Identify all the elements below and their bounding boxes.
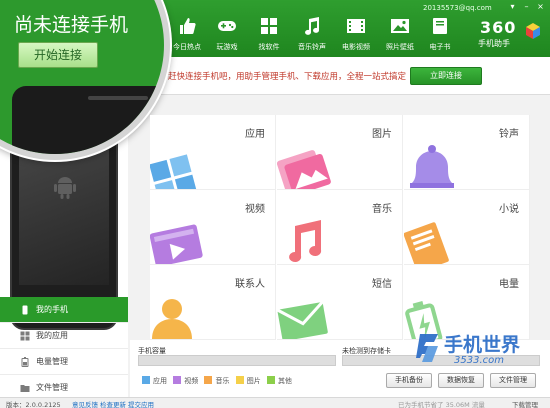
bell-tile-icon (410, 145, 454, 188)
data-saved-text: 已为手机节省了 35.06M 流量 (398, 401, 485, 408)
legend-label: 视频 (184, 377, 199, 385)
minimize-icon[interactable]: – (522, 2, 531, 11)
tile-label: 铃声 (499, 129, 519, 140)
picture-icon (391, 19, 409, 33)
tile-label: 联系人 (235, 279, 265, 290)
nav-music[interactable]: 音乐铃声 (293, 16, 331, 56)
logo-number: 360 (480, 18, 517, 37)
nav-label: 照片壁纸 (386, 43, 414, 51)
category-grid: 应用 图片 铃声 视频 音乐 小说 联系人 短信 电量 (150, 115, 530, 340)
start-connect-button[interactable]: 开始连接 (18, 42, 98, 68)
connect-banner: 赶快连接手机吧，用助手管理手机、下载应用，全程一站式搞定 立即连接 (130, 57, 550, 95)
legend-swatch-pictures (235, 376, 244, 384)
nav-label: 音乐铃声 (298, 43, 326, 51)
sms-tile-icon (277, 300, 328, 339)
nav-software[interactable]: 找软件 (250, 16, 288, 56)
tile-music[interactable]: 音乐 (277, 190, 403, 265)
legend-swatch-other (266, 376, 275, 384)
status-bar: 版本：2.0.0.2125 意见反馈 检查更新 提交应用 已为手机节省了 35.… (0, 397, 550, 408)
tile-apps[interactable]: 应用 (150, 115, 276, 190)
tile-label: 应用 (245, 129, 265, 140)
nav-ebook[interactable]: 电子书 (421, 16, 459, 56)
tile-label: 电量 (499, 279, 519, 290)
novel-tile-icon (404, 222, 449, 264)
check-update-link[interactable]: 检查更新 (100, 399, 126, 408)
tile-novels[interactable]: 小说 (404, 190, 530, 265)
book-icon (433, 18, 447, 34)
storage-legend: 应用 视频 音乐 图片 其他 (138, 376, 292, 386)
nav-label: 今日热点 (173, 43, 201, 51)
legend-label: 图片 (246, 377, 261, 385)
gamepad-icon (218, 21, 236, 31)
banner-message: 赶快连接手机吧，用助手管理手机、下载应用，全程一站式搞定 (168, 72, 407, 82)
thumbs-up-icon (180, 18, 196, 34)
film-icon (347, 19, 365, 33)
video-tile-icon (150, 224, 203, 264)
download-manager-link[interactable]: 下载管理 (512, 399, 538, 408)
app-window: 20135573@qq.com ▾ – × 安全 今日热点 玩游戏 找软件 音乐… (0, 0, 550, 408)
sidebar-item-battery[interactable]: 电量管理 (0, 349, 128, 375)
magnified-phone-speaker (88, 96, 148, 100)
close-icon[interactable]: × (536, 2, 545, 11)
sidebar-item-label: 文件管理 (36, 383, 68, 392)
sidebar-item-label: 我的手机 (36, 305, 68, 314)
legend-label: 其他 (277, 377, 292, 385)
nav-label: 电子书 (429, 43, 451, 51)
apps-tile-icon (150, 154, 197, 189)
pictures-tile-icon (277, 150, 331, 189)
legend-label: 音乐 (215, 377, 230, 385)
tile-video[interactable]: 视频 (150, 190, 276, 265)
tile-label: 短信 (372, 279, 392, 290)
apps-icon (20, 331, 30, 341)
tile-label: 视频 (245, 204, 265, 215)
folder-icon (20, 385, 30, 392)
connection-status-title: 尚未连接手机 (14, 14, 129, 36)
site-watermark: 手机世界 3533.com (410, 326, 550, 376)
tile-pictures[interactable]: 图片 (277, 115, 403, 190)
tile-contacts[interactable]: 联系人 (150, 265, 276, 340)
menu-icon[interactable]: ▾ (508, 2, 517, 11)
tile-ringtones[interactable]: 铃声 (404, 115, 530, 190)
android-icon (54, 177, 76, 199)
watermark-logo-icon (416, 334, 438, 362)
music-note-icon (305, 17, 320, 35)
nav-label: 玩游戏 (216, 43, 238, 51)
logo-cube-icon (526, 23, 540, 39)
nav-wallpaper[interactable]: 照片壁纸 (381, 16, 419, 56)
grid-icon (261, 18, 277, 34)
sidebar-item-my-phone[interactable]: 我的手机 (0, 297, 128, 323)
tile-label: 图片 (372, 129, 392, 140)
nav-hot-today[interactable]: 今日热点 (168, 16, 206, 56)
watermark-title: 手机世界 (444, 334, 521, 356)
sidebar-menu: 我的手机 我的应用 电量管理 文件管理 (0, 297, 128, 401)
tile-sms[interactable]: 短信 (277, 265, 403, 340)
tile-label: 音乐 (372, 204, 392, 215)
nav-games[interactable]: 玩游戏 (208, 16, 246, 56)
sidebar-item-label: 我的应用 (36, 331, 68, 340)
legend-swatch-music (204, 376, 213, 384)
legend-swatch-apps (142, 376, 150, 384)
watermark-url: 3533.com (454, 355, 504, 366)
nav-label: 电影视频 (342, 43, 370, 51)
sidebar-item-my-apps[interactable]: 我的应用 (0, 323, 128, 349)
phone-storage-bar (138, 355, 336, 366)
legend-label: 应用 (153, 377, 167, 385)
tile-label: 小说 (499, 204, 519, 215)
phone-icon (22, 305, 28, 315)
account-email[interactable]: 20135573@qq.com (423, 4, 492, 12)
connect-now-button[interactable]: 立即连接 (410, 67, 482, 85)
magnifier-callout: 尚未连接手机 开始连接 (0, 0, 170, 160)
contact-tile-icon (152, 299, 192, 339)
battery-icon (21, 357, 29, 367)
submit-app-link[interactable]: 提交应用 (128, 399, 154, 408)
feedback-link[interactable]: 意见反馈 (72, 399, 98, 408)
music-tile-icon (289, 220, 322, 262)
version-text: 版本：2.0.0.2125 (6, 401, 61, 408)
nav-video[interactable]: 电影视频 (337, 16, 375, 56)
app-logo: 360 手机助手 (476, 18, 546, 52)
legend-swatch-video (173, 376, 182, 384)
sidebar-item-label: 电量管理 (36, 357, 68, 366)
logo-subtitle: 手机助手 (478, 39, 510, 48)
nav-label: 找软件 (258, 43, 280, 51)
